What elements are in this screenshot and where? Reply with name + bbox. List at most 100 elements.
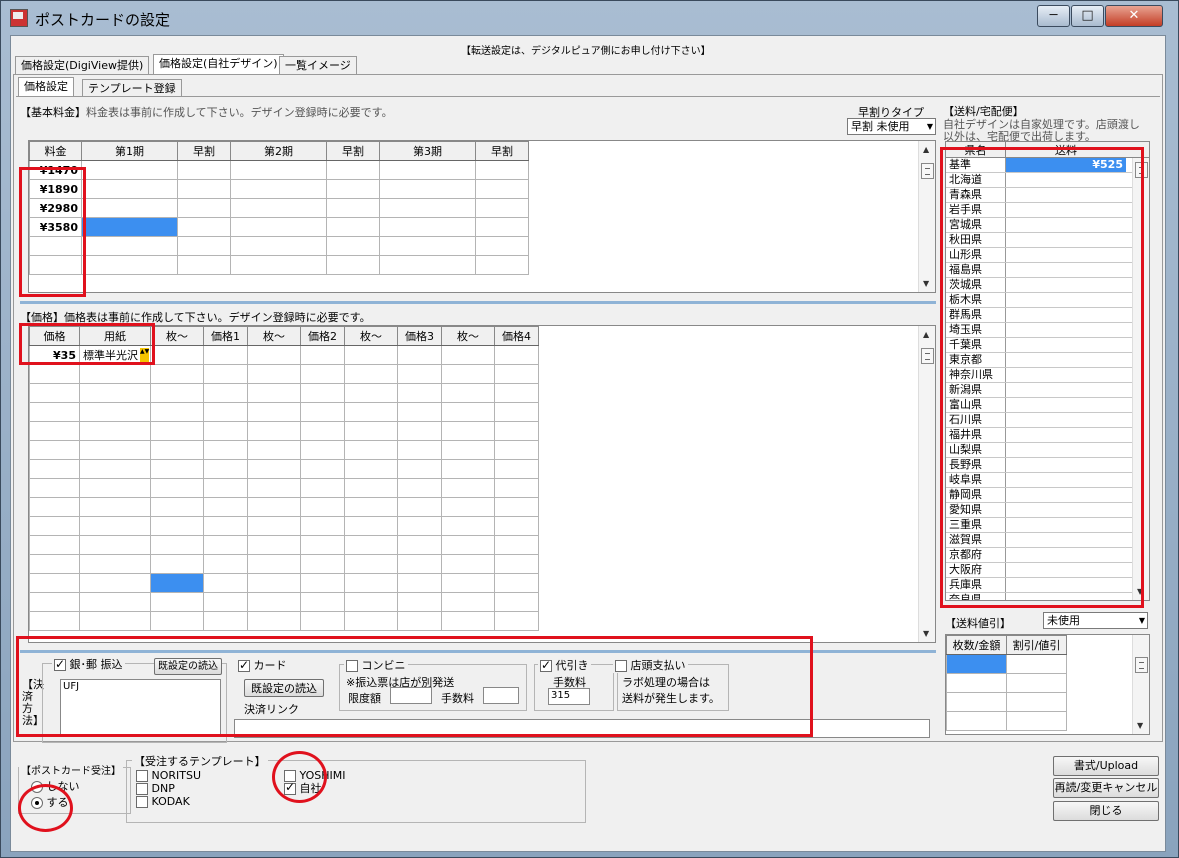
templates-list-1: NORITSU DNP KODAK [136, 769, 201, 808]
col-early3[interactable]: 早割 [475, 141, 529, 161]
table-row[interactable] [29, 255, 529, 275]
col-price1[interactable]: 価格1 [203, 326, 248, 346]
table-row[interactable]: ¥1470 [29, 160, 529, 180]
price-grid: 価格 用紙 枚～ 価格1 枚～ 価格2 枚～ 価格3 枚～ 価格4 ¥35 標準半… [28, 325, 936, 643]
table-row[interactable] [946, 692, 1067, 712]
scroll-thumb[interactable] [921, 163, 934, 179]
table-row[interactable] [29, 440, 539, 460]
col-period1[interactable]: 第1期 [81, 141, 178, 161]
table-row[interactable] [946, 654, 1067, 674]
selected-cell[interactable] [81, 217, 178, 237]
table-row[interactable] [29, 497, 539, 517]
close-window-button[interactable]: ✕ [1105, 5, 1163, 27]
basic-fee-scrollbar[interactable]: ▲ ▼ [918, 141, 935, 292]
table-row[interactable]: ¥1890 [29, 179, 529, 199]
template-noritsu[interactable]: NORITSU [136, 769, 201, 782]
early-type-select[interactable]: 早割 未使用 [847, 118, 936, 135]
discount-table: 枚数/金額 割引/値引 [946, 635, 1067, 731]
highlight-price-row [19, 323, 155, 365]
table-row[interactable] [29, 592, 539, 612]
table-row[interactable] [29, 535, 539, 555]
col-qty-amount[interactable]: 枚数/金額 [946, 635, 1007, 655]
template-dnp[interactable]: DNP [136, 782, 201, 795]
app-icon [10, 9, 28, 27]
reload-cancel-button[interactable]: 再読/変更キャンセル [1053, 778, 1159, 798]
settings-window: ポストカードの設定 ─ □ ✕ 【転送設定は、デジタルピュア側にお申し付け下さい… [0, 0, 1179, 858]
highlight-shipping-list [940, 147, 1144, 608]
table-row[interactable]: ¥3580 [29, 217, 529, 237]
template-checkbox[interactable] [136, 796, 148, 808]
table-row[interactable] [946, 711, 1067, 731]
tab-template-registration[interactable]: テンプレート登録 [82, 79, 182, 97]
table-row[interactable] [29, 236, 529, 256]
table-row[interactable] [946, 673, 1067, 693]
highlight-order-yes [18, 784, 73, 832]
scroll-down-icon[interactable]: ▼ [923, 629, 929, 638]
price-settings-panel: 【基本料金】料金表は事前に作成して下さい。デザイン登録時に必要です。 早割りタイ… [16, 96, 1160, 743]
col-period2[interactable]: 第2期 [230, 141, 327, 161]
selected-cell[interactable] [150, 573, 204, 593]
title-bar[interactable]: ポストカードの設定 ─ □ ✕ [1, 1, 1178, 35]
client-area: 【転送設定は、デジタルピュア側にお申し付け下さい】 価格設定(DigiView提… [10, 35, 1166, 852]
col-period3[interactable]: 第3期 [379, 141, 476, 161]
table-row[interactable] [29, 478, 539, 498]
basic-fee-header: 【基本料金】料金表は事前に作成して下さい。デザイン登録時に必要です。 [20, 104, 393, 120]
col-early2[interactable]: 早割 [326, 141, 380, 161]
col-qty4[interactable]: 枚～ [441, 326, 495, 346]
table-row[interactable] [29, 516, 539, 536]
table-row[interactable] [29, 573, 539, 593]
highlight-payment-area [16, 636, 813, 737]
col-price3[interactable]: 価格3 [397, 326, 442, 346]
table-row[interactable] [29, 383, 539, 403]
table-row[interactable] [29, 402, 539, 422]
col-discount[interactable]: 割引/値引 [1006, 635, 1067, 655]
basic-fee-label: 【基本料金】 [20, 106, 86, 119]
scroll-up-icon[interactable]: ▲ [923, 330, 929, 339]
maximize-button[interactable]: □ [1071, 5, 1104, 27]
col-fee[interactable]: 料金 [29, 141, 82, 161]
price-table: 価格 用紙 枚～ 価格1 枚～ 価格2 枚～ 価格3 枚～ 価格4 ¥35 標準半… [29, 326, 539, 631]
templates-label: 【受注するテンプレート】 [132, 753, 268, 769]
scroll-up-icon[interactable]: ▲ [923, 145, 929, 154]
tab-price-own-design[interactable]: 価格設定(自社デザイン) [153, 54, 284, 75]
scroll-thumb[interactable] [921, 348, 934, 364]
tab-price-digiview[interactable]: 価格設定(DigiView提供) [15, 56, 150, 74]
basic-fee-table: 料金 第1期 早割 第2期 早割 第3期 早割 ¥1470 ¥1890 ¥298… [29, 141, 529, 275]
postcard-order-label: 【ポストカード受注】 [19, 762, 123, 777]
basic-fee-grid: 料金 第1期 早割 第2期 早割 第3期 早割 ¥1470 ¥1890 ¥298… [28, 140, 936, 293]
discount-scrollbar[interactable]: ▼ [1132, 635, 1149, 734]
table-row[interactable] [29, 421, 539, 441]
scroll-down-icon[interactable]: ▼ [923, 279, 929, 288]
section-divider [20, 301, 936, 304]
col-price4[interactable]: 価格4 [494, 326, 539, 346]
transfer-notice: 【転送設定は、デジタルピュア側にお申し付け下さい】 [461, 46, 711, 57]
col-qty3[interactable]: 枚～ [344, 326, 398, 346]
highlight-template-own [272, 751, 327, 803]
tab-list-image[interactable]: 一覧イメージ [279, 56, 357, 74]
scroll-down-icon[interactable]: ▼ [1137, 721, 1143, 730]
col-early1[interactable]: 早割 [177, 141, 231, 161]
table-row[interactable] [29, 364, 539, 384]
close-button[interactable]: 閉じる [1053, 801, 1159, 821]
highlight-fee-column [19, 167, 86, 297]
table-row[interactable] [29, 554, 539, 574]
table-row[interactable]: ¥2980 [29, 198, 529, 218]
col-price2[interactable]: 価格2 [300, 326, 345, 346]
template-kodak[interactable]: KODAK [136, 795, 201, 808]
upload-button[interactable]: 書式/Upload [1053, 756, 1159, 776]
discount-grid: 枚数/金額 割引/値引 ▼ [945, 634, 1150, 735]
window-title: ポストカードの設定 [35, 11, 171, 29]
discount-select[interactable]: 未使用 [1043, 612, 1148, 629]
basic-fee-desc: 料金表は事前に作成して下さい。デザイン登録時に必要です。 [86, 106, 393, 119]
col-qty2[interactable]: 枚～ [247, 326, 301, 346]
scroll-thumb[interactable] [1135, 657, 1148, 673]
discount-label: 【送料値引】 [945, 617, 1011, 630]
price-scrollbar[interactable]: ▲ ▼ [918, 326, 935, 642]
col-qty1[interactable]: 枚～ [150, 326, 204, 346]
table-row[interactable] [29, 611, 539, 631]
table-row[interactable] [29, 459, 539, 479]
minimize-button[interactable]: ─ [1037, 5, 1070, 27]
template-checkbox[interactable] [136, 783, 148, 795]
tab-price-settings[interactable]: 価格設定 [18, 77, 74, 97]
template-checkbox[interactable] [136, 770, 148, 782]
